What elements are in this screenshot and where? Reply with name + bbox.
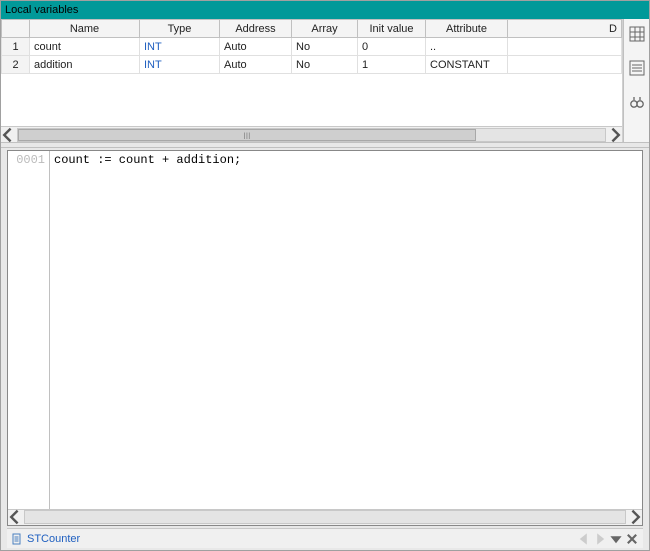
scroll-right-button[interactable] (626, 510, 642, 524)
scroll-track[interactable] (24, 510, 626, 524)
tab-dropdown-button[interactable] (609, 532, 623, 546)
titlebar-text: Local variables (5, 4, 78, 16)
cell-rownum: 1 (2, 38, 30, 56)
document-icon (11, 533, 23, 545)
tab-close-button[interactable] (625, 532, 639, 546)
cell-type[interactable]: INT (140, 56, 220, 74)
col-trailing[interactable]: D (508, 20, 622, 38)
editor-code[interactable]: count := count + addition; (50, 151, 642, 509)
binoculars-icon (629, 94, 645, 110)
line-number: 0001 (8, 153, 45, 167)
scroll-left-button[interactable] (1, 128, 17, 142)
triangle-left-icon (577, 532, 591, 546)
cell-rownum: 2 (2, 56, 30, 74)
titlebar: Local variables (1, 1, 649, 19)
col-array[interactable]: Array (292, 20, 358, 38)
variables-grid-area: Name Type Address Array Init value Attri… (1, 19, 623, 142)
cell-address[interactable]: Auto (220, 56, 292, 74)
chevron-left-icon (8, 509, 24, 525)
grid-icon (629, 26, 645, 42)
app-window: Local variables (0, 0, 650, 551)
scroll-grip-icon: ǀǀǀ (243, 131, 250, 141)
triangle-down-icon (609, 532, 623, 546)
cell-trailing[interactable] (508, 38, 622, 56)
find-button[interactable] (626, 91, 648, 113)
cell-attribute[interactable]: .. (426, 38, 508, 56)
col-address[interactable]: Address (220, 20, 292, 38)
editor-hscrollbar[interactable] (8, 509, 642, 525)
cell-init[interactable]: 0 (358, 38, 426, 56)
scroll-left-button[interactable] (8, 510, 24, 524)
cell-trailing[interactable] (508, 56, 622, 74)
close-icon (625, 532, 639, 546)
tab-label: STCounter (27, 533, 80, 545)
table-header-row: Name Type Address Array Init value Attri… (2, 20, 622, 38)
cell-attribute[interactable]: CONSTANT (426, 56, 508, 74)
tab-nav (577, 532, 639, 546)
list-icon (629, 60, 645, 76)
cell-address[interactable]: Auto (220, 38, 292, 56)
editor-body[interactable]: 0001 count := count + addition; (8, 151, 642, 509)
type-link[interactable]: INT (144, 41, 162, 53)
grid-hscrollbar[interactable]: ǀǀǀ (1, 126, 622, 142)
cell-array[interactable]: No (292, 38, 358, 56)
col-init[interactable]: Init value (358, 20, 426, 38)
table-row[interactable]: 1 count INT Auto No 0 .. (2, 38, 622, 56)
chevron-left-icon (1, 127, 17, 143)
cell-name[interactable]: addition (30, 56, 140, 74)
variables-table-wrapper: Name Type Address Array Init value Attri… (1, 19, 622, 126)
triangle-right-icon (593, 532, 607, 546)
cell-name[interactable]: count (30, 38, 140, 56)
chevron-right-icon (606, 127, 622, 143)
horizontal-splitter[interactable] (1, 142, 649, 148)
col-rownum[interactable] (2, 20, 30, 38)
side-toolbar (623, 19, 649, 142)
table-row[interactable]: 2 addition INT Auto No 1 CONSTANT (2, 56, 622, 74)
col-attribute[interactable]: Attribute (426, 20, 508, 38)
tab-stcounter[interactable]: STCounter (11, 533, 80, 545)
statusbar: STCounter (7, 528, 643, 548)
tab-next-button[interactable] (593, 532, 607, 546)
col-type[interactable]: Type (140, 20, 220, 38)
type-link[interactable]: INT (144, 59, 162, 71)
chevron-right-icon (626, 509, 642, 525)
col-name[interactable]: Name (30, 20, 140, 38)
code-editor: 0001 count := count + addition; (7, 150, 643, 526)
scroll-track[interactable]: ǀǀǀ (17, 128, 606, 142)
variables-table: Name Type Address Array Init value Attri… (1, 19, 622, 74)
scroll-right-button[interactable] (606, 128, 622, 142)
scroll-thumb[interactable]: ǀǀǀ (18, 129, 476, 141)
editor-gutter: 0001 (8, 151, 50, 509)
grid-view-button[interactable] (626, 23, 648, 45)
list-view-button[interactable] (626, 57, 648, 79)
tab-prev-button[interactable] (577, 532, 591, 546)
code-line: count := count + addition; (54, 153, 241, 167)
variables-pane: Name Type Address Array Init value Attri… (1, 19, 649, 142)
cell-array[interactable]: No (292, 56, 358, 74)
cell-init[interactable]: 1 (358, 56, 426, 74)
cell-type[interactable]: INT (140, 38, 220, 56)
